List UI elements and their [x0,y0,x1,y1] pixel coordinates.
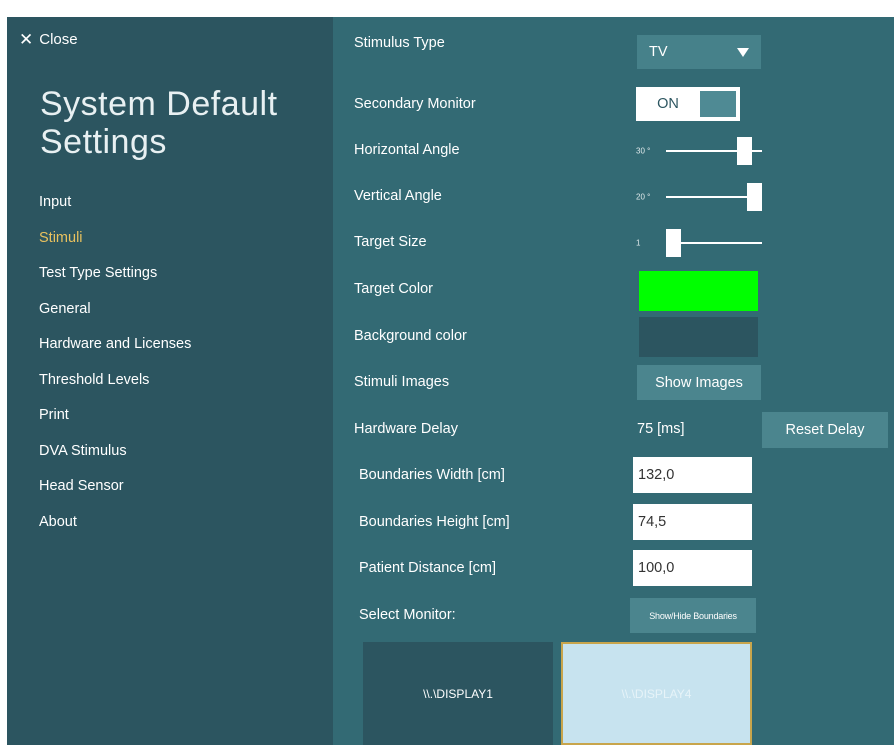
stimulus-type-label: Stimulus Type [354,35,445,51]
sidebar-item-test-type-settings[interactable]: Test Type Settings [39,256,191,292]
secondary-monitor-label: Secondary Monitor [354,96,476,112]
target-color-label: Target Color [354,281,433,297]
chevron-down-icon [737,47,749,57]
boundaries-height-label: Boundaries Height [cm] [359,514,510,530]
secondary-monitor-toggle-text: ON [657,96,679,112]
sidebar-item-print[interactable]: Print [39,398,191,434]
horizontal-angle-label: Horizontal Angle [354,142,460,158]
slider-thumb[interactable] [737,137,753,165]
horizontal-angle-value: 30 ° [636,146,651,156]
sidebar-item-input[interactable]: Input [39,185,191,221]
horizontal-angle-slider[interactable]: 30 ° [636,136,766,166]
sidebar-nav: Input Stimuli Test Type Settings General… [39,185,191,540]
patient-distance-field[interactable]: 100,0 [633,550,752,586]
target-size-value: 1 [636,238,641,248]
sidebar-item-general[interactable]: General [39,292,191,328]
page-title: System Default Settings [40,85,278,161]
background-color-label: Background color [354,328,467,344]
toggle-knob [700,91,736,117]
sidebar-item-hardware-and-licenses[interactable]: Hardware and Licenses [39,327,191,363]
close-icon: ✕ [19,30,34,49]
boundaries-width-label: Boundaries Width [cm] [359,467,505,483]
sidebar-item-threshold-levels[interactable]: Threshold Levels [39,363,191,399]
select-monitor-label: Select Monitor: [359,607,456,623]
vertical-angle-label: Vertical Angle [354,188,442,204]
show-hide-boundaries-button[interactable]: Show/Hide Boundaries [630,598,756,633]
patient-distance-label: Patient Distance [cm] [359,560,496,576]
secondary-monitor-toggle[interactable]: ON [636,87,740,121]
sidebar: ✕ Close System Default Settings Input St… [7,17,333,745]
vertical-angle-value: 20 ° [636,192,651,202]
settings-panel: Stimulus Type TV Secondary Monitor ON Ho… [333,17,894,745]
target-size-slider[interactable]: 1 [636,228,766,258]
stimuli-images-label: Stimuli Images [354,374,450,390]
show-images-button[interactable]: Show Images [637,365,761,400]
stimulus-type-value: TV [649,44,668,60]
sidebar-item-head-sensor[interactable]: Head Sensor [39,469,191,505]
sidebar-item-dva-stimulus[interactable]: DVA Stimulus [39,434,191,470]
monitor-display4-tile[interactable]: \\.\DISPLAY4 [561,642,752,745]
page-title-line1: System Default [40,85,278,123]
close-button[interactable]: ✕ Close [19,31,78,48]
slider-thumb[interactable] [747,183,762,211]
reset-delay-button[interactable]: Reset Delay [762,412,888,448]
vertical-angle-slider[interactable]: 20 ° [636,182,766,212]
stimulus-type-dropdown[interactable]: TV [637,35,761,69]
monitor-display1-tile[interactable]: \\.\DISPLAY1 [363,642,553,745]
target-size-label: Target Size [354,234,427,250]
background-color-swatch[interactable] [639,317,758,357]
hardware-delay-label: Hardware Delay [354,421,458,437]
boundaries-height-field[interactable]: 74,5 [633,504,752,540]
sidebar-item-stimuli[interactable]: Stimuli [39,221,191,257]
boundaries-width-field[interactable]: 132,0 [633,457,752,493]
slider-thumb[interactable] [666,229,681,257]
hardware-delay-value: 75 [ms] [637,421,685,437]
close-label: Close [39,31,78,48]
page-title-line2: Settings [40,123,167,161]
sidebar-item-about[interactable]: About [39,505,191,541]
target-color-swatch[interactable] [639,271,758,311]
